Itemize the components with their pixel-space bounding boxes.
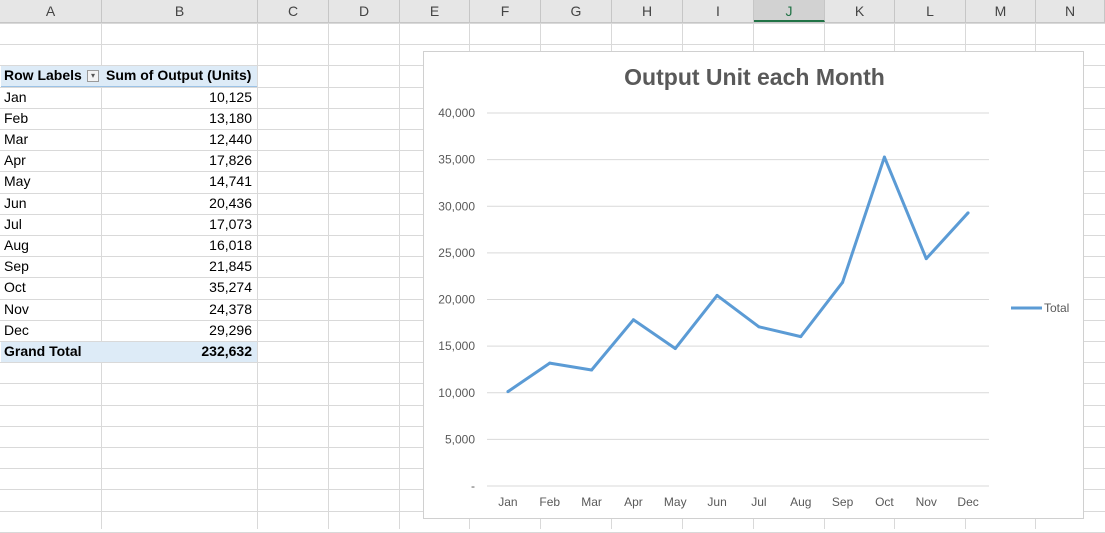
data-point[interactable] — [924, 257, 928, 261]
pivot-row-label[interactable]: Feb — [0, 108, 102, 129]
column-header-e[interactable]: E — [400, 0, 470, 22]
column-header-n[interactable]: N — [1036, 0, 1105, 22]
x-tick-label: Jul — [751, 495, 766, 509]
pivot-row-value[interactable]: 12,440 — [102, 129, 258, 150]
y-tick-label: - — [471, 479, 475, 493]
pivot-row-value[interactable]: 16,018 — [102, 235, 258, 256]
gridline-col — [328, 23, 329, 529]
pivot-row-value[interactable]: 13,180 — [102, 108, 258, 129]
pivot-row-value[interactable]: 17,073 — [102, 214, 258, 235]
gridline-row — [0, 23, 1105, 24]
data-point[interactable] — [631, 318, 635, 322]
data-point[interactable] — [966, 211, 970, 215]
x-tick-label: Sep — [832, 495, 854, 509]
column-header-k[interactable]: K — [825, 0, 895, 22]
data-point[interactable] — [715, 293, 719, 297]
chart-plot: - 5,000 10,000 15,000 20,000 25,000 30,000 35,0… — [438, 106, 1069, 509]
column-header-a[interactable]: A — [0, 0, 102, 22]
filter-dropdown-icon[interactable]: ▾ — [87, 70, 99, 82]
series-line-total[interactable] — [507, 155, 970, 393]
data-point[interactable] — [506, 390, 510, 394]
pivot-row-label[interactable]: Sep — [0, 256, 102, 277]
pivot-row-value[interactable]: 10,125 — [102, 87, 258, 108]
line-chart[interactable]: Output Unit each Month -5,000 10,000 15,00… — [423, 51, 1084, 519]
pivot-row-value[interactable]: 14,741 — [102, 171, 258, 192]
data-point[interactable] — [799, 335, 803, 339]
column-header-j[interactable]: J — [754, 0, 825, 22]
x-tick-label: Dec — [957, 495, 978, 509]
pivot-row-label[interactable]: Mar — [0, 129, 102, 150]
x-tick-label: Jan — [498, 495, 517, 509]
y-tick-label: 10,000 — [438, 386, 475, 400]
y-tick-label: 30,000 — [438, 199, 475, 213]
pivot-row-label[interactable]: Jul — [0, 214, 102, 235]
pivot-row-label[interactable]: Apr — [0, 150, 102, 171]
pivot-value-header[interactable]: Sum of Output (Units) — [102, 65, 258, 86]
y-tick-label: 25,000 — [438, 246, 475, 260]
data-point[interactable] — [882, 155, 886, 159]
gridline-row — [0, 44, 1105, 45]
pivot-row-label[interactable]: Jun — [0, 193, 102, 214]
x-tick-label: Mar — [581, 495, 602, 509]
pivot-row-value[interactable]: 21,845 — [102, 256, 258, 277]
column-header-g[interactable]: G — [541, 0, 612, 22]
x-tick-label: Apr — [624, 495, 643, 509]
data-point[interactable] — [590, 368, 594, 372]
data-point[interactable] — [757, 325, 761, 329]
pivot-row-label[interactable]: Jan — [0, 87, 102, 108]
data-point[interactable] — [673, 347, 677, 351]
column-header-bar: ABCDEFGHIJKLMN — [0, 0, 1105, 23]
pivot-row-value[interactable]: 35,274 — [102, 277, 258, 298]
y-tick-label: 15,000 — [438, 339, 475, 353]
y-tick-label: 40,000 — [438, 106, 475, 120]
pivot-row-value[interactable]: 20,436 — [102, 193, 258, 214]
x-tick-label: Feb — [539, 495, 560, 509]
column-header-f[interactable]: F — [470, 0, 541, 22]
column-header-l[interactable]: L — [895, 0, 966, 22]
pivot-grand-total-label[interactable]: Grand Total — [0, 341, 102, 362]
x-tick-label: Jun — [707, 495, 726, 509]
column-header-b[interactable]: B — [102, 0, 258, 22]
column-header-d[interactable]: D — [329, 0, 400, 22]
pivot-row-label[interactable]: Nov — [0, 299, 102, 320]
y-tick-label: 20,000 — [438, 293, 475, 307]
gridline-col — [399, 23, 400, 529]
pivot-row-value[interactable]: 17,826 — [102, 150, 258, 171]
x-tick-label: Oct — [875, 495, 894, 509]
y-tick-label: 35,000 — [438, 153, 475, 167]
legend-label: Total — [1044, 301, 1069, 315]
column-header-h[interactable]: H — [612, 0, 683, 22]
pivot-row-label[interactable]: Dec — [0, 320, 102, 341]
y-tick-label: 5,000 — [445, 432, 475, 446]
pivot-row-value[interactable]: 24,378 — [102, 299, 258, 320]
data-point[interactable] — [548, 361, 552, 365]
column-header-m[interactable]: M — [966, 0, 1036, 22]
column-header-c[interactable]: C — [258, 0, 329, 22]
x-tick-label: Nov — [916, 495, 937, 509]
pivot-row-label[interactable]: Oct — [0, 277, 102, 298]
column-header-i[interactable]: I — [683, 0, 754, 22]
pivot-row-label[interactable]: May — [0, 171, 102, 192]
x-tick-label: May — [664, 495, 687, 509]
x-tick-label: Aug — [790, 495, 811, 509]
pivot-row-value[interactable]: 29,296 — [102, 320, 258, 341]
pivot-row-label[interactable]: Aug — [0, 235, 102, 256]
pivot-grand-total-value[interactable]: 232,632 — [102, 341, 258, 362]
data-point[interactable] — [841, 280, 845, 284]
